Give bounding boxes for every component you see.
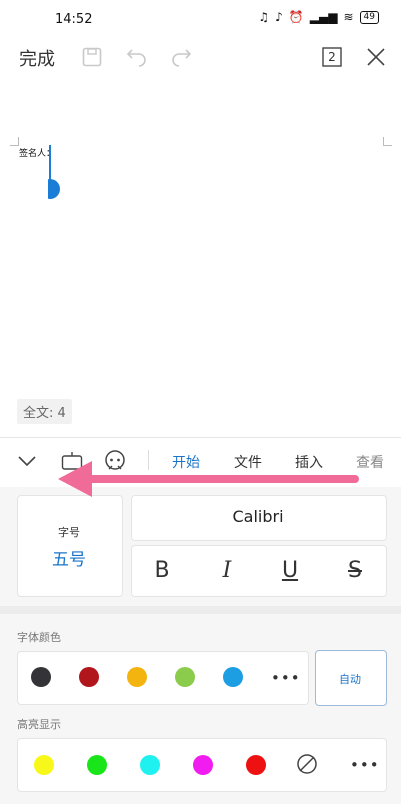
swipe-arrow-annotation xyxy=(58,461,359,497)
